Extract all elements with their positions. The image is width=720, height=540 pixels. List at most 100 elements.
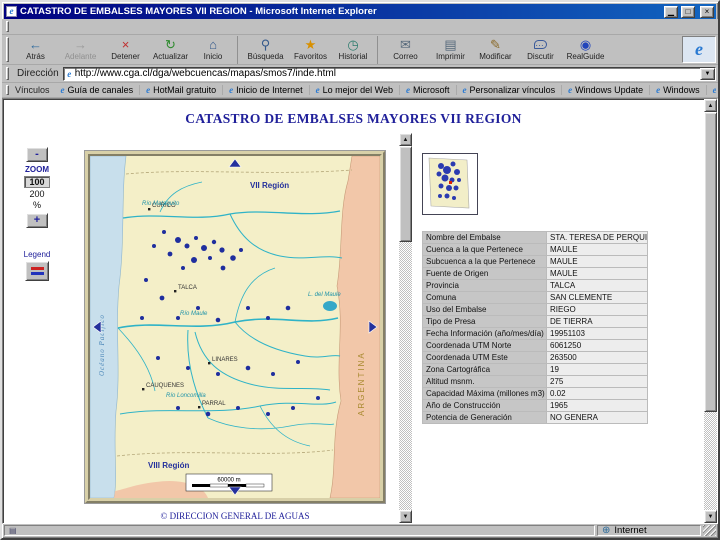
resize-grip[interactable] (703, 525, 716, 536)
address-dropdown-button[interactable]: ▼ (700, 67, 715, 80)
attribute-value: 6061250 (546, 339, 648, 352)
zoom-percent-label: % (32, 200, 41, 210)
drag-grip[interactable] (6, 37, 9, 62)
drag-grip[interactable] (6, 67, 9, 80)
realguide-icon: ◉ (579, 37, 592, 52)
page-scrollbar[interactable]: ▲ ▼ (704, 99, 717, 523)
menu-item[interactable] (41, 26, 55, 28)
zoom-label: ZOOM (25, 165, 49, 174)
maximize-button[interactable]: □ (681, 5, 695, 18)
table-row: Fuente de Origen MAULE (422, 267, 648, 280)
favorites-icon: ★ (304, 37, 317, 52)
scale-bar: 60000 m (185, 473, 273, 492)
status-zone-pane: ⊕ Internet (597, 525, 701, 536)
toolbar-button[interactable]: × Detener (103, 36, 148, 64)
attribute-label: Provincia (422, 279, 547, 292)
link-item[interactable]: e Inicio de Internet (223, 85, 310, 95)
toolbar-button[interactable]: ↻ Actualizar (148, 36, 193, 64)
mail-icon: ✉ (400, 37, 411, 52)
attribute-label: Nombre del Embalse (422, 231, 547, 244)
scroll-down-icon[interactable]: ▼ (704, 510, 717, 523)
legend-button[interactable] (25, 261, 49, 281)
link-item-label: HotMail gratuito (153, 85, 217, 95)
zoom-in-button[interactable]: + (26, 213, 48, 228)
link-page-icon: e (462, 85, 467, 95)
menu-item[interactable] (27, 26, 41, 28)
map-graphic[interactable]: CURICO TALCA LINARES PARRAL CAUQUENES Rí… (90, 156, 380, 498)
toolbar-button-label: Modificar (479, 52, 512, 61)
attribute-label: Año de Construcción (422, 399, 547, 412)
region-vii-label: VII Región (250, 181, 289, 190)
current-location-marker (449, 181, 452, 184)
toolbar-button[interactable]: ◷ Historial (333, 35, 378, 64)
zoom-level-200[interactable]: 200 (24, 189, 50, 199)
link-item[interactable]: e Lo mejor del Web (310, 85, 401, 95)
menu-bar (2, 19, 718, 35)
menu-item[interactable] (69, 26, 83, 28)
link-item[interactable]: e Guía de canales (55, 85, 141, 95)
toolbar-button[interactable]: ← Atrás (13, 36, 58, 64)
link-page-icon: e (406, 85, 411, 95)
svg-text:Río Loncomilla: Río Loncomilla (166, 393, 206, 399)
toolbar-button[interactable]: ▤ Imprimir (428, 36, 473, 64)
scrollbar-thumb[interactable] (704, 112, 717, 412)
toolbar-button[interactable]: ✎ Modificar (473, 36, 518, 64)
attribute-label: Potencia de Generación (422, 411, 547, 424)
toolbar-button[interactable]: ★ Favoritos (288, 36, 333, 64)
attribute-label: Coordenada UTM Este (422, 351, 547, 364)
toolbar-button[interactable]: ◉ RealGuide (563, 36, 608, 64)
map-frame-scrollbar[interactable]: ▲ ▼ (399, 133, 412, 523)
zoom-level-100[interactable]: 100 (24, 176, 50, 188)
attribute-label: Tipo de Presa (422, 315, 547, 328)
toolbar-button[interactable]: ✉ Correo (383, 36, 428, 64)
link-item[interactable]: e Windows (650, 85, 707, 95)
attribute-value: 1965 (546, 399, 648, 412)
table-row: Nombre del Embalse STA. TERESA DE PERQUI… (422, 231, 648, 244)
attribute-value: DE TIERRA (546, 315, 648, 328)
ie-logo-glyph: e (695, 39, 703, 59)
address-input[interactable]: e http://www.cga.cl/dga/webcuencas/mapas… (62, 66, 716, 81)
scrollbar-thumb[interactable] (399, 146, 412, 242)
address-url[interactable]: http://www.cga.cl/dga/webcuencas/mapas/s… (75, 68, 700, 79)
minimize-button[interactable]: ▁ (664, 5, 678, 18)
page-title: CATASTRO DE EMBALSES MAYORES VII REGION (185, 111, 522, 126)
table-row: Altitud msnm. 275 (422, 375, 648, 388)
attribute-label: Fuente de Origen (422, 267, 547, 280)
menu-item[interactable] (83, 26, 97, 28)
back-icon: ← (29, 37, 42, 52)
link-item[interactable]: e HotMail gratuito (140, 85, 224, 95)
link-item[interactable]: e Personalizar vínculos (457, 85, 563, 95)
attribute-value: 19951103 (546, 327, 648, 340)
zoom-out-button[interactable]: - (26, 147, 48, 162)
attribute-value: RIEGO (546, 303, 648, 316)
link-page-icon: e (656, 85, 661, 95)
toolbar-button[interactable]: … Discutir (518, 36, 563, 64)
close-button[interactable]: × (700, 5, 714, 18)
table-row: Provincia TALCA (422, 279, 648, 292)
region-map[interactable]: CURICO TALCA LINARES PARRAL CAUQUENES Rí… (84, 150, 386, 504)
main-row: - ZOOM 100 200 % + Legend CURICO TALCA L… (3, 133, 704, 523)
toolbar-button[interactable]: ⌂ Inicio (193, 35, 238, 64)
attribute-value: SAN CLEMENTE (546, 291, 648, 304)
scroll-up-icon[interactable]: ▲ (704, 99, 717, 112)
attribute-label: Subcuenca a la que Pertenece (422, 255, 547, 268)
overview-thumbnail-map[interactable] (422, 153, 478, 215)
toolbar-button-label: Detener (111, 52, 140, 61)
menu-item[interactable] (13, 26, 27, 28)
toolbar-button[interactable]: ⚲ Búsqueda (243, 36, 288, 64)
scroll-up-icon[interactable]: ▲ (399, 133, 412, 146)
link-item[interactable]: e Windows Update (562, 85, 651, 95)
toolbar-button-label: Inicio (203, 52, 223, 61)
menu-item[interactable] (55, 26, 69, 28)
drag-grip[interactable] (6, 21, 9, 32)
laguna-del-maule (323, 301, 337, 311)
links-bar: Vínculos e Guía de canales e HotMail gra… (2, 83, 718, 98)
svg-text:CAUQUENES: CAUQUENES (146, 383, 184, 389)
link-item[interactable]: e Windows Media (707, 85, 716, 95)
scroll-down-icon[interactable]: ▼ (399, 510, 412, 523)
link-item[interactable]: e Microsoft (400, 85, 457, 95)
svg-text:L. del Maule: L. del Maule (308, 292, 341, 298)
toolbar-button-label: Adelante (64, 52, 97, 61)
drag-grip[interactable] (6, 85, 9, 95)
toolbar-button[interactable]: → Adelante (58, 36, 103, 64)
